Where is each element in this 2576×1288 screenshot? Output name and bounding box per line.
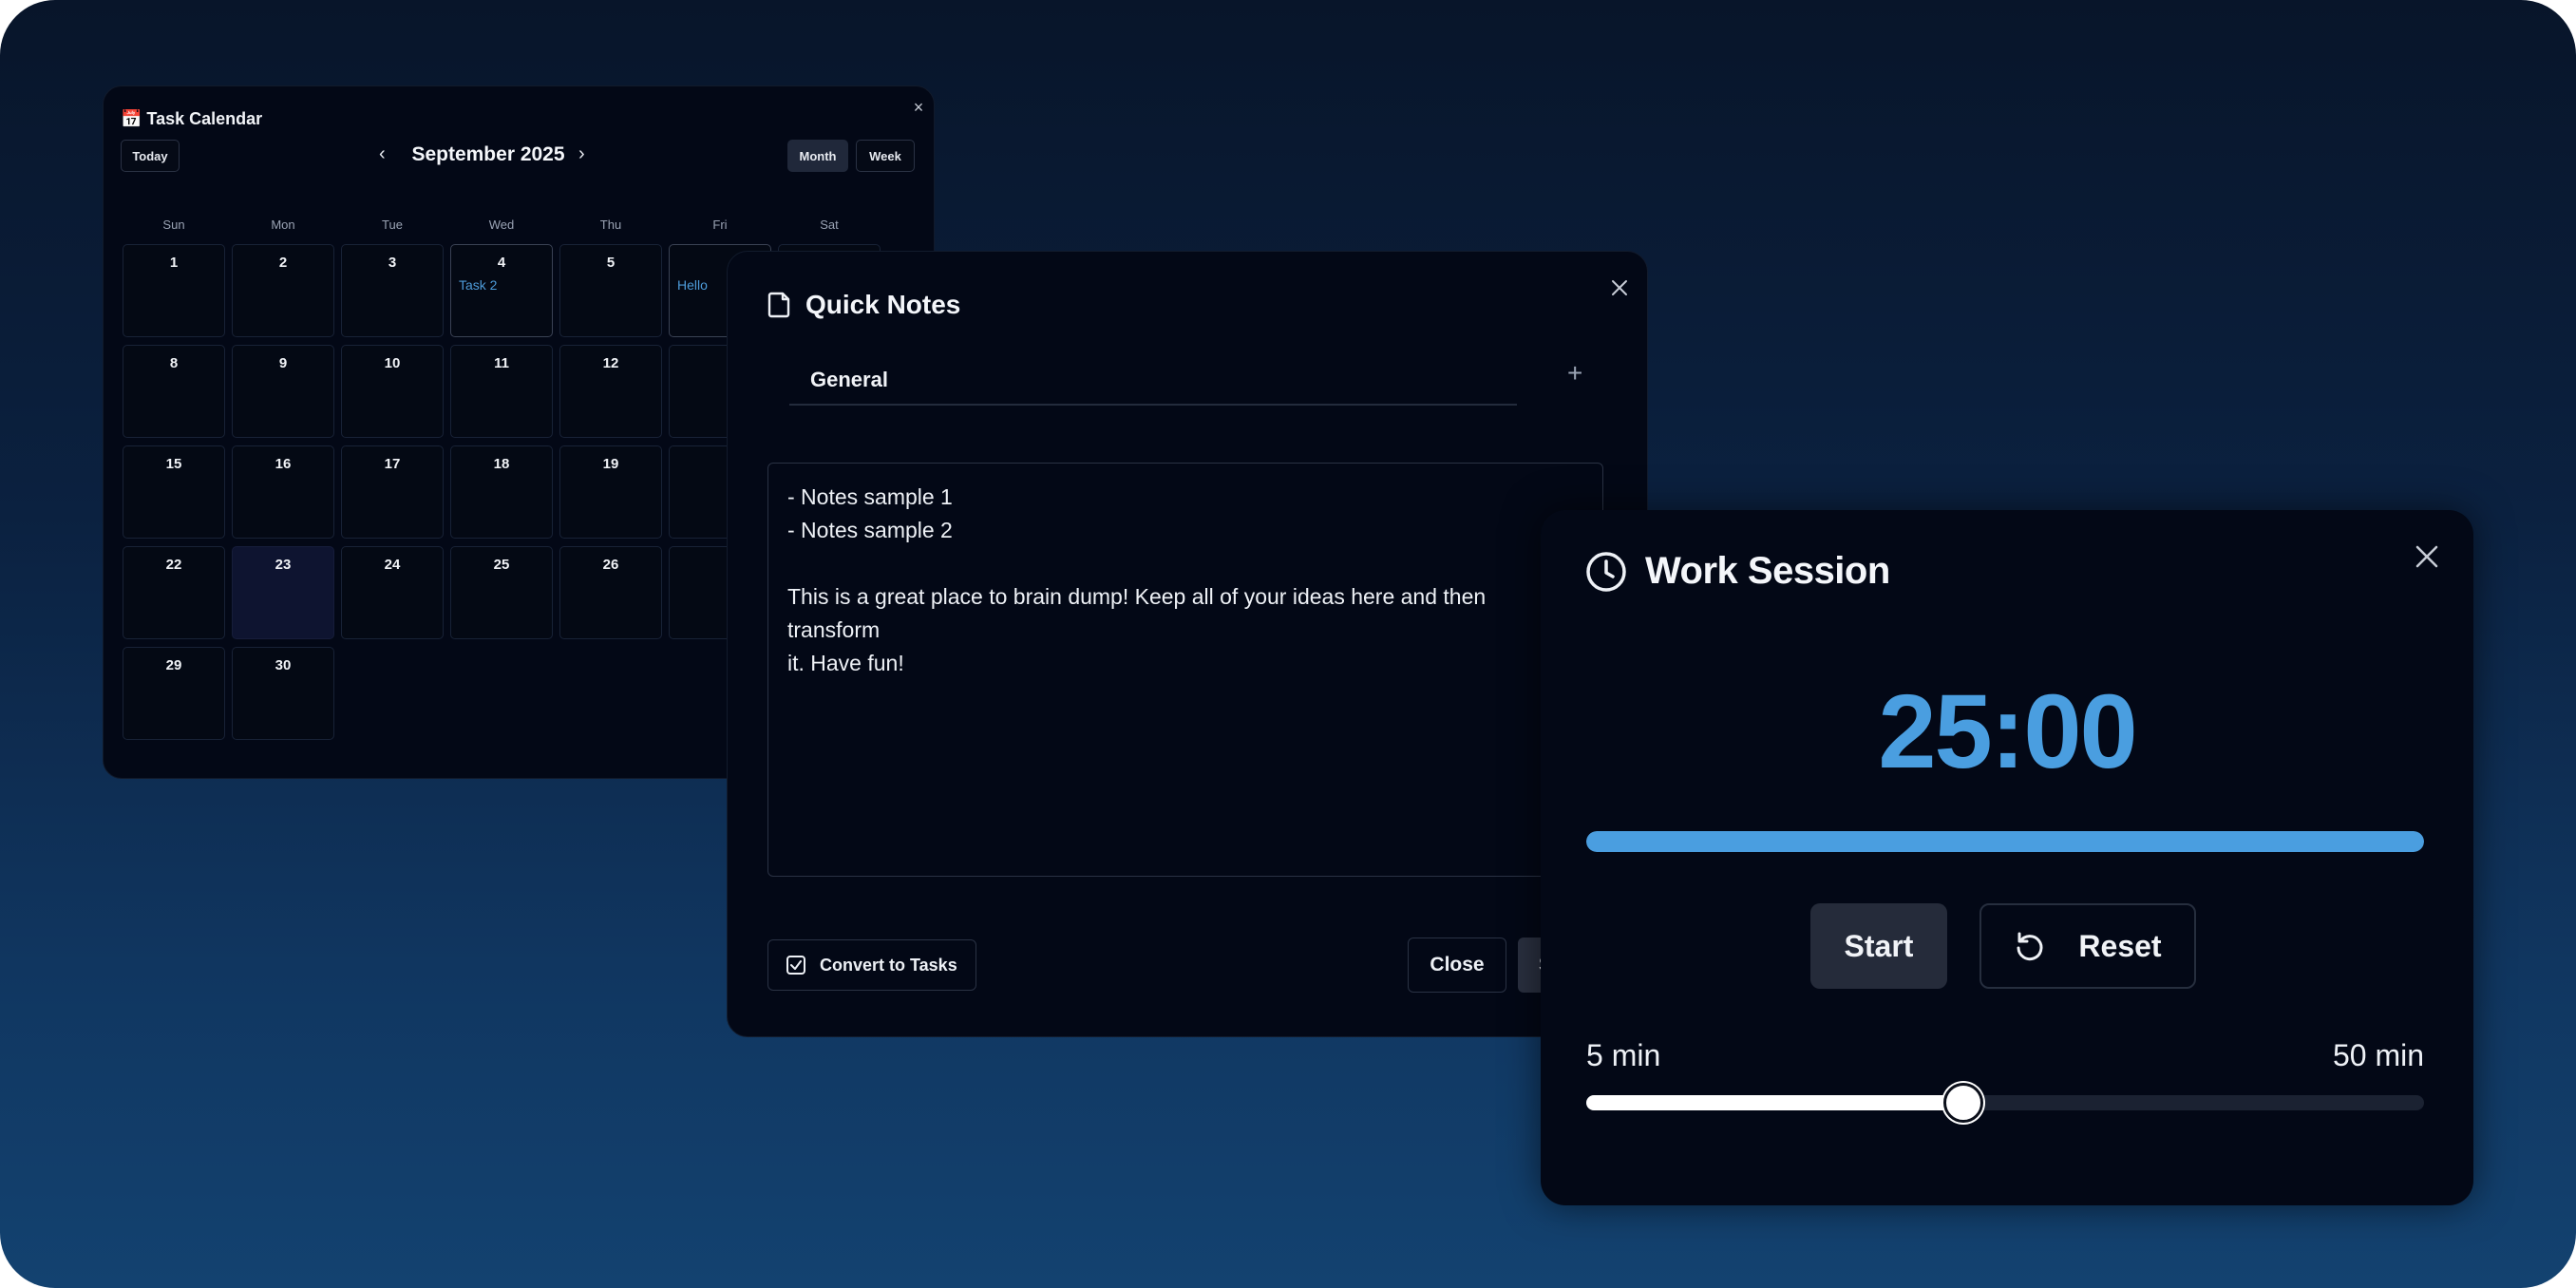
notes-close-button[interactable]: Close xyxy=(1408,938,1506,993)
max-duration-label: 50 min xyxy=(2332,1038,2424,1072)
session-progress-bar xyxy=(1586,831,2424,852)
day-number: 5 xyxy=(606,255,616,271)
day-number: 17 xyxy=(384,456,401,472)
duration-slider-fill xyxy=(1586,1095,1963,1110)
calendar-event[interactable]: Task 2 xyxy=(459,277,497,293)
notes-textarea[interactable]: - Notes sample 1 - Notes sample 2 This i… xyxy=(767,463,1603,877)
calendar-day-cell[interactable]: 1 xyxy=(123,244,225,337)
reset-icon xyxy=(2017,932,2043,961)
note-icon xyxy=(767,292,792,323)
day-number: 4 xyxy=(497,255,506,271)
desktop-background: 📅 Task Calendar × Today ‹ September 2025… xyxy=(0,0,2576,1288)
weekday-header: Fri xyxy=(712,218,728,232)
calendar-day-cell[interactable]: 11 xyxy=(450,345,553,438)
calendar-day-cell[interactable]: 29 xyxy=(123,647,225,740)
weekday-header: Tue xyxy=(382,218,403,232)
day-number: 24 xyxy=(384,557,401,573)
calendar-day-cell[interactable]: 12 xyxy=(559,345,662,438)
start-button[interactable]: Start xyxy=(1810,903,1947,989)
min-duration-label: 5 min xyxy=(1586,1038,1661,1072)
duration-slider-thumb[interactable] xyxy=(1942,1083,1983,1123)
session-progress-fill xyxy=(1586,831,2424,852)
day-number: 18 xyxy=(493,456,510,472)
day-number: 10 xyxy=(384,355,401,371)
day-number: 25 xyxy=(493,557,510,573)
calendar-day-cell[interactable]: 23 xyxy=(232,546,334,639)
day-number: 29 xyxy=(165,657,182,673)
calendar-day-cell[interactable]: 9 xyxy=(232,345,334,438)
day-number: 15 xyxy=(165,456,182,472)
month-view-button[interactable]: Month xyxy=(787,140,848,172)
calendar-day-cell[interactable]: 19 xyxy=(559,445,662,539)
calendar-day-cell[interactable]: 4 Task 2 xyxy=(450,244,553,337)
weekday-header: Wed xyxy=(488,218,515,232)
day-number: 9 xyxy=(278,355,288,371)
day-number: 19 xyxy=(602,456,619,472)
calendar-event[interactable]: Hello xyxy=(677,277,708,293)
calendar-day-cell[interactable]: 18 xyxy=(450,445,553,539)
weekday-header: Mon xyxy=(271,218,295,232)
day-number: 1 xyxy=(169,255,179,271)
calendar-day-cell[interactable]: 22 xyxy=(123,546,225,639)
calendar-day-cell[interactable]: 10 xyxy=(341,345,444,438)
work-session-title: Work Session xyxy=(1645,550,1890,592)
calendar-day-cell[interactable]: 3 xyxy=(341,244,444,337)
work-session-window: Work Session 25:00 Start Reset 5 min 50 … xyxy=(1541,510,2473,1205)
add-tab-icon[interactable]: + xyxy=(1567,358,1582,388)
notes-close-icon[interactable] xyxy=(1601,269,1638,307)
today-button[interactable]: Today xyxy=(121,140,180,172)
weekday-header: Sun xyxy=(162,218,185,232)
convert-to-tasks-button[interactable]: Convert to Tasks xyxy=(767,939,976,991)
notes-title: Quick Notes xyxy=(805,290,961,319)
day-number: 26 xyxy=(602,557,619,573)
calendar-day-cell[interactable]: 5 xyxy=(559,244,662,337)
calendar-day-cell[interactable]: 26 xyxy=(559,546,662,639)
tab-general[interactable]: General xyxy=(789,366,1517,406)
tab-general-label: General xyxy=(810,368,888,391)
calendar-title: 📅 Task Calendar xyxy=(121,109,263,128)
reset-label: Reset xyxy=(2078,928,2162,963)
duration-slider[interactable] xyxy=(1586,1083,2424,1123)
calendar-close-icon[interactable]: × xyxy=(907,96,930,119)
weekday-header: Sat xyxy=(820,218,839,232)
calendar-day-cell[interactable]: 15 xyxy=(123,445,225,539)
calendar-day-cell[interactable]: 2 xyxy=(232,244,334,337)
next-month-icon[interactable]: › xyxy=(578,143,585,165)
clock-icon xyxy=(1584,550,1628,598)
week-view-button[interactable]: Week xyxy=(856,140,915,172)
timer-display: 25:00 xyxy=(1878,673,2137,790)
convert-to-tasks-label: Convert to Tasks xyxy=(820,955,957,975)
calendar-day-cell[interactable]: 24 xyxy=(341,546,444,639)
quick-notes-window: Quick Notes General + - Notes sample 1 -… xyxy=(727,251,1648,1037)
reset-button[interactable]: Reset xyxy=(1979,903,2196,989)
month-label: September 2025 xyxy=(411,143,565,165)
weekday-header: Thu xyxy=(599,218,622,232)
day-number: 22 xyxy=(165,557,182,573)
day-number: 8 xyxy=(169,355,179,371)
day-number: 2 xyxy=(278,255,288,271)
prev-month-icon[interactable]: ‹ xyxy=(379,143,386,165)
day-number: 23 xyxy=(275,557,292,573)
calendar-day-cell[interactable]: 25 xyxy=(450,546,553,639)
day-number: 12 xyxy=(602,355,619,371)
calendar-day-cell[interactable]: 8 xyxy=(123,345,225,438)
day-number: 30 xyxy=(275,657,292,673)
work-close-icon[interactable] xyxy=(2403,533,2451,580)
calendar-day-cell[interactable]: 16 xyxy=(232,445,334,539)
checkbox-icon xyxy=(786,956,805,975)
calendar-day-cell[interactable]: 17 xyxy=(341,445,444,539)
day-number: 3 xyxy=(388,255,397,271)
calendar-day-cell[interactable]: 30 xyxy=(232,647,334,740)
day-number: 11 xyxy=(494,355,509,371)
day-number: 16 xyxy=(275,456,292,472)
